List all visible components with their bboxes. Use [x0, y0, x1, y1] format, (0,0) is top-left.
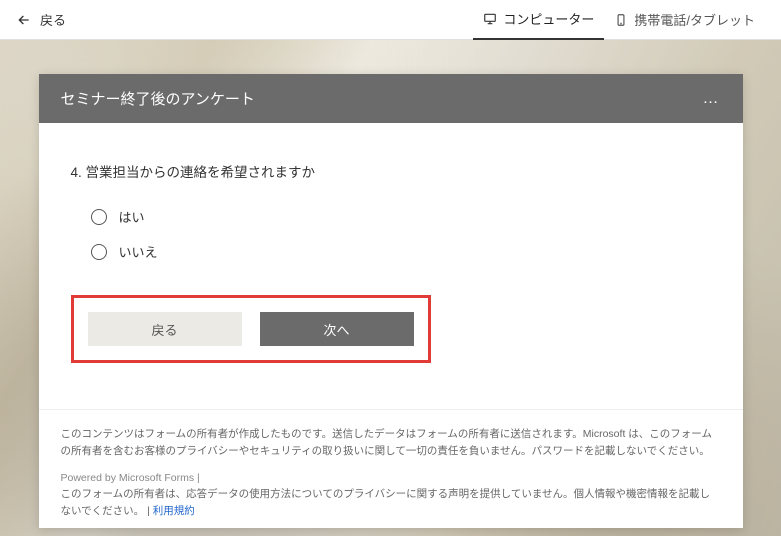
- tab-computer[interactable]: コンピューター: [473, 0, 604, 40]
- tab-mobile[interactable]: 携帯電話/タブレット: [604, 0, 765, 40]
- next-button[interactable]: 次へ: [260, 312, 414, 346]
- form-body: 4. 営業担当からの連絡を希望されますか はい いいえ 戻る 次へ: [39, 123, 743, 379]
- radio-icon: [91, 244, 107, 260]
- form-footer: このコンテンツはフォームの所有者が作成したものです。送信したデータはフォームの所…: [39, 409, 743, 528]
- more-menu-icon[interactable]: …: [703, 90, 721, 108]
- option-no[interactable]: いいえ: [71, 234, 711, 269]
- form-title: セミナー終了後のアンケート: [61, 88, 255, 109]
- tab-computer-label: コンピューター: [503, 9, 594, 28]
- back-button[interactable]: 戻る: [16, 10, 66, 29]
- arrow-left-icon: [16, 12, 32, 28]
- option-label: はい: [119, 207, 145, 226]
- form-card: セミナー終了後のアンケート … 4. 営業担当からの連絡を希望されますか はい …: [39, 74, 743, 528]
- content-area: セミナー終了後のアンケート … 4. 営業担当からの連絡を希望されますか はい …: [0, 40, 781, 536]
- option-yes[interactable]: はい: [71, 199, 711, 234]
- disclaimer-text: このコンテンツはフォームの所有者が作成したものです。送信したデータはフォームの所…: [61, 426, 721, 460]
- phone-icon: [614, 13, 628, 27]
- terms-link[interactable]: 利用規約: [153, 505, 195, 517]
- question-text: 4. 営業担当からの連絡を希望されますか: [71, 161, 711, 181]
- radio-icon: [91, 209, 107, 225]
- topbar: 戻る コンピューター 携帯電話/タブレット: [0, 0, 781, 40]
- separator: |: [194, 472, 200, 484]
- form-header: セミナー終了後のアンケート …: [39, 74, 743, 123]
- navigation-buttons: 戻る 次へ: [71, 295, 431, 363]
- prev-button[interactable]: 戻る: [88, 312, 242, 346]
- monitor-icon: [483, 12, 497, 26]
- powered-by-text: Powered by Microsoft Forms: [61, 472, 195, 484]
- option-label: いいえ: [119, 242, 158, 261]
- tab-mobile-label: 携帯電話/タブレット: [634, 10, 755, 29]
- back-label: 戻る: [40, 10, 66, 29]
